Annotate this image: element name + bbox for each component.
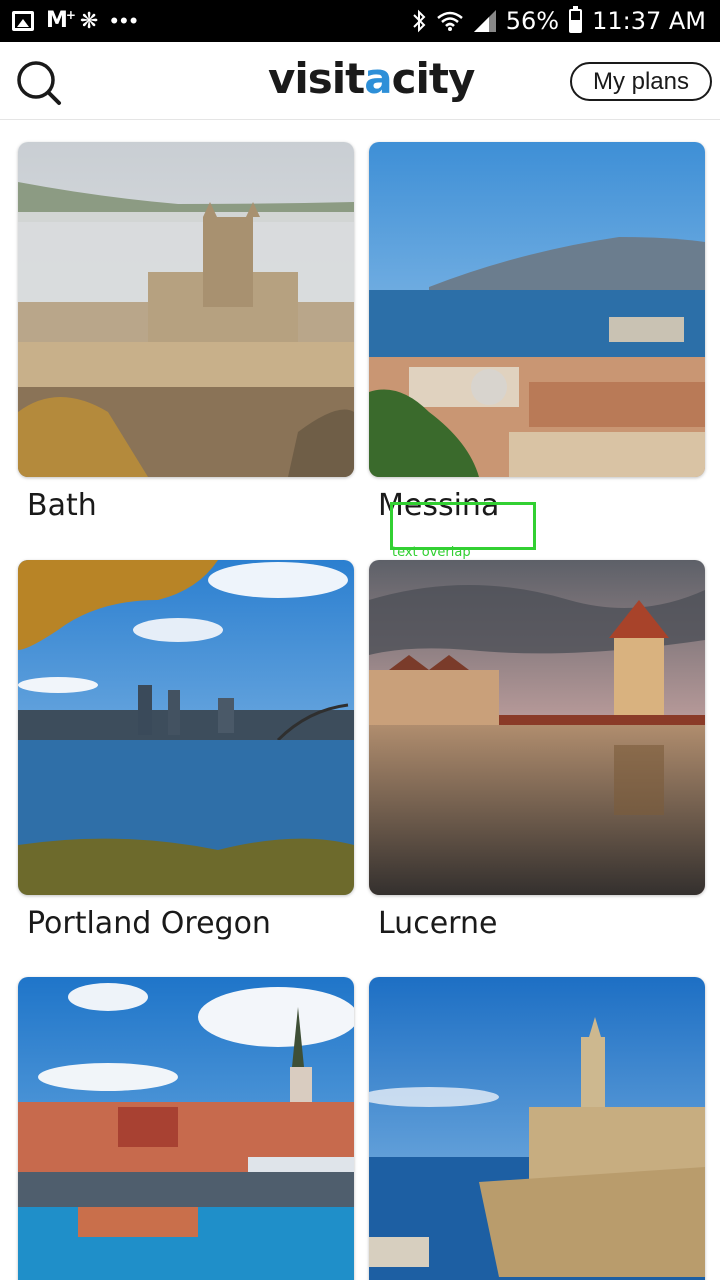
battery-icon <box>569 6 583 33</box>
search-button[interactable] <box>16 60 62 106</box>
city-photo[interactable] <box>369 560 705 895</box>
city-photo[interactable] <box>18 142 354 477</box>
app-header: visitacity My plans <box>0 42 720 120</box>
wifi-icon <box>436 11 463 31</box>
logo-part-visit: visit <box>268 54 365 103</box>
battery-percent: 56% <box>505 7 560 35</box>
bluetooth-icon <box>413 9 426 33</box>
more-notifications-icon: ••• <box>110 8 140 33</box>
text-overlap-highlight <box>390 502 536 550</box>
pinwheel-icon: ❋ <box>79 8 99 33</box>
city-card-6[interactable] <box>369 977 705 1280</box>
city-card-portland-oregon[interactable]: Portland Oregon <box>18 560 354 941</box>
city-name[interactable]: Bath <box>27 488 97 523</box>
signal-icon <box>473 10 496 32</box>
city-card-bath[interactable]: Bath <box>18 142 354 523</box>
city-photo[interactable] <box>18 560 354 895</box>
status-bar: M + ❋ ••• 56% 11:37 AM <box>0 0 720 42</box>
gmail-icon: M + <box>46 8 76 33</box>
city-card-lucerne[interactable]: Lucerne <box>369 560 705 941</box>
gallery-icon <box>12 11 34 31</box>
logo-part-city: city <box>391 54 476 103</box>
city-name[interactable]: Portland Oregon <box>27 906 271 941</box>
city-photo[interactable] <box>369 977 705 1280</box>
city-photo[interactable] <box>18 977 354 1280</box>
text-overlap-label: text overlap <box>392 545 471 560</box>
city-card-messina[interactable]: Messina <box>369 142 705 523</box>
city-card-5[interactable] <box>18 977 354 1280</box>
logo-part-a: a <box>364 54 392 103</box>
clock: 11:37 AM <box>592 7 706 35</box>
city-name[interactable]: Lucerne <box>378 906 497 941</box>
city-photo[interactable] <box>369 142 705 477</box>
my-plans-button[interactable]: My plans <box>570 62 712 101</box>
search-icon <box>17 61 61 105</box>
visitacity-logo[interactable]: visitacity <box>268 54 476 103</box>
